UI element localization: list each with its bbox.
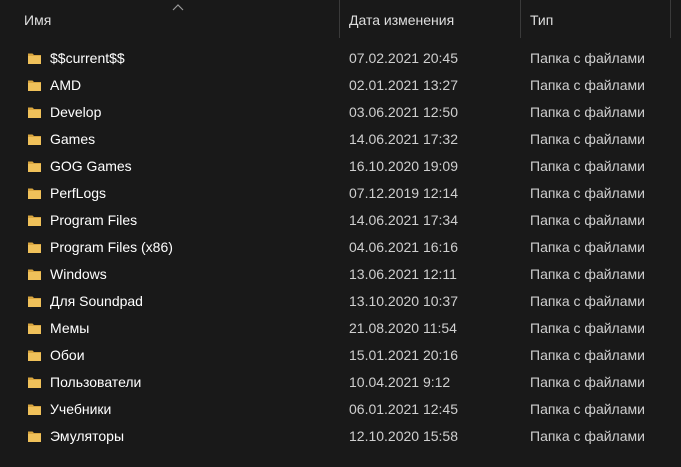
- file-row[interactable]: GOG Games 16.10.2020 19:09 Папка с файла…: [0, 153, 681, 180]
- folder-icon: [28, 107, 41, 118]
- file-row[interactable]: Develop 03.06.2021 12:50 Папка с файлами: [0, 99, 681, 126]
- file-row[interactable]: Для Soundpad 13.10.2020 10:37 Папка с фа…: [0, 288, 681, 315]
- file-type: Папка с файлами: [530, 239, 645, 255]
- folder-icon: [28, 269, 41, 280]
- file-name: Games: [50, 131, 96, 147]
- folder-icon: [28, 53, 41, 64]
- folder-icon: [28, 215, 41, 226]
- file-date-modified: 07.02.2021 20:45: [349, 50, 458, 66]
- file-type: Папка с файлами: [530, 347, 645, 363]
- file-type: Папка с файлами: [530, 374, 645, 390]
- file-type: Папка с файлами: [530, 401, 645, 417]
- file-name: Program Files (x86): [50, 239, 173, 255]
- file-row[interactable]: Program Files (x86) 04.06.2021 16:16 Пап…: [0, 234, 681, 261]
- file-name: GOG Games: [50, 158, 132, 174]
- file-type: Папка с файлами: [530, 266, 645, 282]
- file-date-modified: 02.01.2021 13:27: [349, 77, 458, 93]
- file-date-modified: 15.01.2021 20:16: [349, 347, 458, 363]
- folder-icon: [28, 188, 41, 199]
- file-date-modified: 06.01.2021 12:45: [349, 401, 458, 417]
- file-name: $$current$$: [50, 50, 125, 66]
- file-name: Develop: [50, 104, 102, 120]
- file-date-modified: 14.06.2021 17:32: [349, 131, 458, 147]
- file-row[interactable]: PerfLogs 07.12.2019 12:14 Папка с файлам…: [0, 180, 681, 207]
- file-type: Папка с файлами: [530, 320, 645, 336]
- folder-icon: [28, 377, 41, 388]
- file-type: Папка с файлами: [530, 131, 645, 147]
- folder-icon: [28, 80, 41, 91]
- file-date-modified: 13.10.2020 10:37: [349, 293, 458, 309]
- file-type: Папка с файлами: [530, 293, 645, 309]
- file-name: Пользователи: [50, 374, 142, 390]
- folder-icon: [28, 323, 41, 334]
- folder-icon: [28, 296, 41, 307]
- file-name: Обои: [50, 347, 85, 363]
- column-header-date-modified[interactable]: Дата изменения: [340, 0, 520, 38]
- file-name: Мемы: [50, 320, 90, 336]
- folder-icon: [28, 431, 41, 442]
- file-type: Папка с файлами: [530, 158, 645, 174]
- file-name: Учебники: [50, 401, 112, 417]
- file-date-modified: 03.06.2021 12:50: [349, 104, 458, 120]
- file-date-modified: 12.10.2020 15:58: [349, 428, 458, 444]
- file-rows: $$current$$ 07.02.2021 20:45 Папка с фай…: [0, 45, 681, 450]
- file-name: Эмуляторы: [50, 428, 125, 444]
- file-date-modified: 14.06.2021 17:34: [349, 212, 458, 228]
- file-row[interactable]: Пользователи 10.04.2021 9:12 Папка с фай…: [0, 369, 681, 396]
- file-row[interactable]: Обои 15.01.2021 20:16 Папка с файлами: [0, 342, 681, 369]
- file-date-modified: 21.08.2020 11:54: [349, 320, 457, 336]
- file-type: Папка с файлами: [530, 104, 645, 120]
- file-date-modified: 07.12.2019 12:14: [349, 185, 458, 201]
- file-row[interactable]: Program Files 14.06.2021 17:34 Папка с ф…: [0, 207, 681, 234]
- file-type: Папка с файлами: [530, 212, 645, 228]
- folder-icon: [28, 350, 41, 361]
- file-date-modified: 10.04.2021 9:12: [349, 374, 451, 390]
- file-name: Для Soundpad: [50, 293, 143, 309]
- file-list-view: Имя Дата изменения Тип $$current$$ 07.02…: [0, 0, 681, 467]
- file-row[interactable]: $$current$$ 07.02.2021 20:45 Папка с фай…: [0, 45, 681, 72]
- column-header-type[interactable]: Тип: [521, 0, 670, 38]
- folder-icon: [28, 161, 41, 172]
- file-type: Папка с файлами: [530, 428, 645, 444]
- file-name: PerfLogs: [50, 185, 107, 201]
- file-date-modified: 13.06.2021 12:11: [349, 266, 457, 282]
- file-row[interactable]: Windows 13.06.2021 12:11 Папка с файлами: [0, 261, 681, 288]
- column-header-name[interactable]: Имя: [0, 0, 339, 38]
- file-row[interactable]: Эмуляторы 12.10.2020 15:58 Папка с файла…: [0, 423, 681, 450]
- file-row[interactable]: Мемы 21.08.2020 11:54 Папка с файлами: [0, 315, 681, 342]
- column-header-size[interactable]: [671, 0, 681, 38]
- file-name: Program Files: [50, 212, 138, 228]
- file-name: Windows: [50, 266, 107, 282]
- file-type: Папка с файлами: [530, 185, 645, 201]
- column-header-bar: Имя Дата изменения Тип: [0, 0, 681, 38]
- file-row[interactable]: Учебники 06.01.2021 12:45 Папка с файлам…: [0, 396, 681, 423]
- folder-icon: [28, 242, 41, 253]
- file-date-modified: 16.10.2020 19:09: [349, 158, 458, 174]
- file-row[interactable]: Games 14.06.2021 17:32 Папка с файлами: [0, 126, 681, 153]
- folder-icon: [28, 404, 41, 415]
- file-type: Папка с файлами: [530, 50, 645, 66]
- folder-icon: [28, 134, 41, 145]
- file-type: Папка с файлами: [530, 77, 645, 93]
- file-row[interactable]: AMD 02.01.2021 13:27 Папка с файлами: [0, 72, 681, 99]
- file-date-modified: 04.06.2021 16:16: [349, 239, 458, 255]
- file-name: AMD: [50, 77, 82, 93]
